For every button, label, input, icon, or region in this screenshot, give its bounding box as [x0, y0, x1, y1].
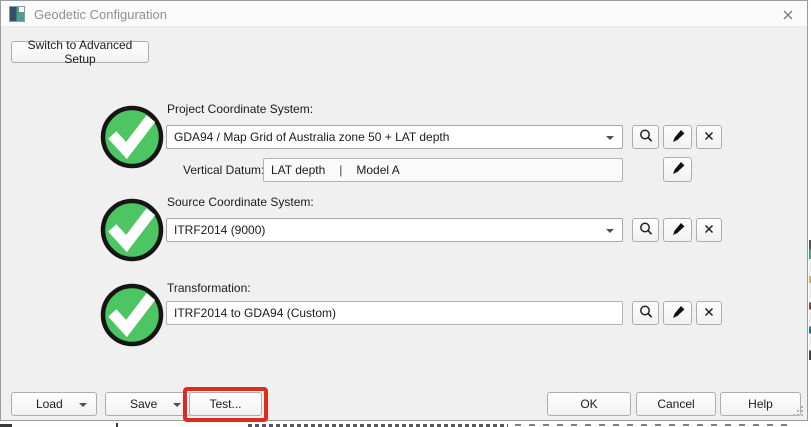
transformation-clear-button[interactable]	[696, 301, 722, 325]
vertical-datum-secondary: Model A	[356, 163, 400, 177]
magnifier-icon	[638, 221, 654, 240]
transformation-status-valid-icon	[100, 283, 164, 347]
transformation-label: Transformation:	[167, 281, 251, 295]
project-edit-button[interactable]	[663, 125, 692, 149]
vertical-datum-field: LAT depth | Model A	[263, 158, 623, 182]
screen-edge-artifact	[515, 424, 790, 426]
cancel-button[interactable]: Cancel	[636, 392, 716, 416]
save-button-label: Save	[130, 397, 158, 411]
source-coordinate-system-combobox[interactable]: ITRF2014 (9000)	[166, 218, 623, 242]
chevron-down-icon	[606, 229, 614, 233]
pen-icon	[670, 128, 686, 147]
project-clear-button[interactable]	[696, 125, 722, 149]
transformation-edit-button[interactable]	[663, 301, 692, 325]
screenshot-root: Geodetic Configuration Switch to Advance…	[0, 0, 811, 427]
help-button[interactable]: Help	[720, 392, 801, 416]
project-coordinate-system-combobox[interactable]: GDA94 / Map Grid of Australia zone 50 + …	[166, 125, 623, 149]
magnifier-icon	[638, 128, 654, 147]
pen-icon	[670, 160, 686, 179]
source-coordinate-system-value: ITRF2014 (9000)	[174, 223, 266, 237]
vertical-datum-label: Vertical Datum:	[183, 163, 265, 177]
vertical-datum-edit-button[interactable]	[663, 157, 692, 182]
pen-icon	[670, 221, 686, 240]
project-status-valid-icon	[100, 105, 164, 169]
resize-grip-icon[interactable]	[790, 403, 803, 416]
load-button[interactable]: Load	[11, 392, 97, 416]
switch-to-advanced-setup-button[interactable]: Switch to Advanced Setup	[11, 38, 149, 66]
vertical-datum-separator: |	[339, 163, 343, 177]
geodetic-configuration-dialog: Geodetic Configuration Switch to Advance…	[0, 0, 808, 422]
source-clear-button[interactable]	[696, 218, 722, 242]
test-button[interactable]: Test...	[189, 392, 262, 416]
load-button-label: Load	[36, 397, 63, 411]
title-bar[interactable]: Geodetic Configuration	[1, 1, 807, 27]
transformation-field[interactable]: ITRF2014 to GDA94 (Custom)	[166, 301, 623, 325]
chevron-down-icon	[79, 403, 87, 407]
ok-button[interactable]: OK	[547, 392, 631, 416]
source-edit-button[interactable]	[663, 218, 692, 242]
screen-edge-artifact	[116, 423, 118, 427]
magnifier-icon	[638, 304, 654, 323]
source-browse-button[interactable]	[632, 218, 659, 242]
save-button[interactable]: Save	[105, 392, 191, 416]
chevron-down-icon	[173, 403, 181, 407]
close-icon[interactable]	[777, 5, 799, 24]
x-icon	[703, 223, 715, 238]
x-icon	[703, 306, 715, 321]
source-coordinate-system-label: Source Coordinate System:	[167, 195, 314, 209]
window-title: Geodetic Configuration	[34, 7, 167, 22]
project-coordinate-system-value: GDA94 / Map Grid of Australia zone 50 + …	[174, 130, 450, 144]
chevron-down-icon	[606, 136, 614, 140]
project-browse-button[interactable]	[632, 125, 659, 149]
pen-icon	[670, 304, 686, 323]
x-icon	[703, 130, 715, 145]
app-icon	[9, 6, 25, 22]
transformation-browse-button[interactable]	[632, 301, 659, 325]
transformation-value: ITRF2014 to GDA94 (Custom)	[174, 306, 337, 320]
source-status-valid-icon	[100, 198, 164, 262]
vertical-datum-primary: LAT depth	[271, 163, 326, 177]
project-coordinate-system-label: Project Coordinate System:	[167, 102, 314, 116]
